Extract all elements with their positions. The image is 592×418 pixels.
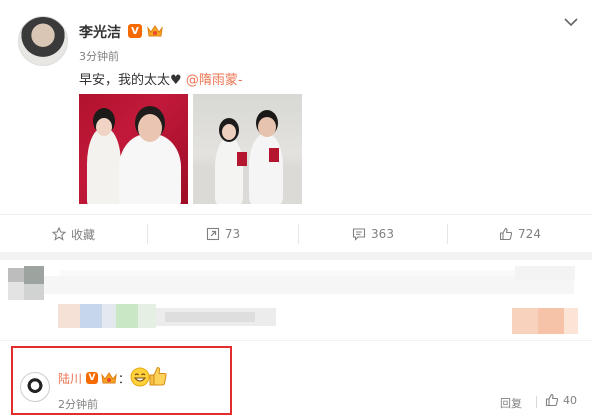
comment-like-button[interactable]: 40	[545, 393, 577, 407]
author-name[interactable]: 李光洁	[79, 22, 121, 42]
post-photo-2[interactable]	[193, 94, 302, 204]
mention-link[interactable]: @隋雨蒙-	[186, 73, 243, 88]
section-separator	[0, 252, 592, 260]
like-count: 724	[518, 227, 541, 241]
comment-time: 2分钟前	[58, 398, 98, 411]
weibo-post: 李光洁 V 3分钟前 早安，我的太太♥ @隋雨蒙- 收藏 73 363 724	[0, 0, 592, 252]
post-text: 早安，我的太太♥ @隋雨蒙-	[79, 69, 243, 88]
reply-button[interactable]: 回复	[500, 395, 522, 411]
verified-badge-icon: V	[128, 24, 142, 38]
like-button[interactable]: 724	[448, 215, 592, 253]
author-avatar[interactable]	[18, 16, 68, 66]
commenter-name[interactable]: 陆川	[58, 370, 82, 387]
chevron-down-icon[interactable]	[564, 16, 578, 28]
repost-count: 73	[224, 227, 241, 241]
thumbs-up-icon	[545, 393, 559, 407]
repost-button[interactable]: 73	[148, 215, 298, 253]
comment-icon	[352, 228, 366, 241]
comment-button[interactable]: 363	[299, 215, 447, 253]
commenter-avatar[interactable]	[20, 372, 50, 402]
verified-badge-icon: V	[86, 372, 98, 384]
favorite-label: 收藏	[70, 227, 95, 242]
comment-count: 363	[371, 227, 394, 241]
post-photo-1[interactable]	[79, 94, 188, 204]
favorite-button[interactable]: 收藏	[0, 215, 147, 253]
laughing-emoji-icon	[130, 367, 150, 387]
divider	[536, 396, 537, 408]
repost-icon	[206, 227, 219, 241]
heart-icon: ♥	[170, 73, 182, 88]
crown-icon	[147, 25, 163, 37]
thumbs-up-icon	[499, 227, 513, 241]
thumbs-up-emoji-icon	[149, 367, 167, 386]
crown-icon	[101, 372, 117, 384]
post-time[interactable]: 3分钟前	[79, 48, 119, 64]
post-action-bar: 收藏 73 363 724	[0, 214, 592, 252]
post-text-body: 早安，我的太太	[79, 73, 171, 88]
comment-colon: ：	[118, 372, 131, 386]
comment-like-count: 40	[563, 393, 577, 407]
star-icon	[51, 227, 66, 241]
